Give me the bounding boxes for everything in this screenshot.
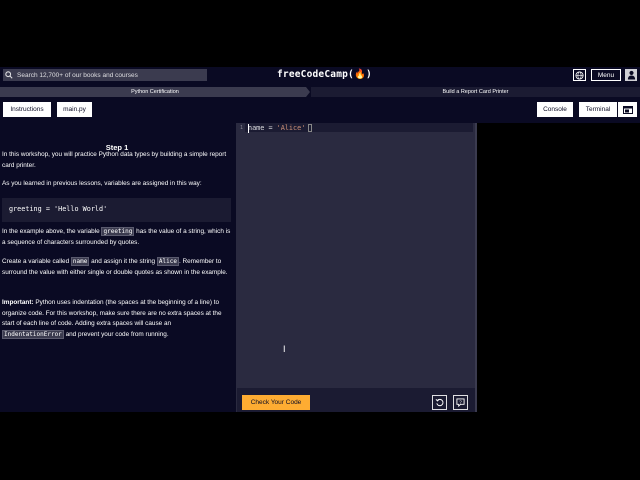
variables-paragraph: As you learned in previous lessons, vari…	[2, 180, 202, 187]
text-segment: Python uses indentation (the spaces at t…	[2, 299, 222, 327]
text-segment: In the example above, the variable	[2, 228, 102, 235]
code-token-string: 'Alice'	[276, 124, 306, 132]
window-icon	[622, 105, 633, 114]
code-line-1[interactable]: name = 'Alice'	[248, 124, 305, 132]
inline-code-alice: Alice	[156, 257, 179, 266]
search-icon	[3, 69, 15, 81]
text-segment: and prevent your code from running.	[63, 330, 169, 338]
task-paragraph: Create a variable called name and assign…	[2, 257, 232, 278]
mouse-ibeam-icon: I	[283, 344, 286, 354]
search-bar[interactable]: Search 12,700+ of our books and courses	[3, 69, 207, 81]
help-button[interactable]: ?	[453, 395, 468, 410]
preview-toggle-button[interactable]	[617, 101, 638, 118]
line-number: 1	[240, 125, 244, 131]
code-example: greeting = 'Hello World'	[9, 205, 108, 213]
tab-instructions[interactable]: Instructions	[2, 101, 52, 118]
globe-icon	[575, 70, 584, 80]
tab-main-py[interactable]: main.py	[56, 101, 93, 118]
text-segment: Create a variable called	[2, 258, 71, 265]
example-explanation-paragraph: In the example above, the variable greet…	[2, 227, 232, 248]
code-token-variable: name =	[248, 124, 277, 132]
language-globe-button[interactable]	[573, 69, 586, 81]
preview-panel	[477, 123, 640, 412]
important-note-paragraph: Important: Python uses indentation (the …	[2, 298, 232, 340]
code-example-block: greeting = 'Hello World'	[2, 198, 231, 222]
menu-button[interactable]: Menu	[591, 69, 621, 81]
inline-code-greeting: greeting	[101, 227, 135, 236]
search-placeholder[interactable]: Search 12,700+ of our books and courses	[17, 72, 138, 79]
text-segment: and assign it the string	[89, 258, 157, 265]
user-icon	[627, 70, 635, 80]
reset-button[interactable]	[432, 395, 447, 410]
code-editor[interactable]	[237, 123, 475, 388]
reset-icon	[435, 398, 444, 407]
terminal-button[interactable]: Terminal	[578, 101, 617, 118]
breadcrumb-project[interactable]: Build a Report Card Printer	[311, 87, 640, 97]
chat-help-icon: ?	[456, 398, 465, 407]
svg-text:?: ?	[459, 399, 462, 404]
inline-code-indentationerror: IndentationError	[2, 329, 64, 339]
console-button[interactable]: Console	[536, 101, 574, 118]
freecodecamp-logo[interactable]: freeCodeCamp(🔥)	[277, 69, 372, 80]
check-code-button[interactable]: Check Your Code	[242, 395, 310, 410]
intro-paragraph: In this workshop, you will practice Pyth…	[2, 151, 227, 169]
important-label: Important:	[2, 299, 34, 306]
inline-code-name: name	[70, 257, 90, 266]
navbar: Search 12,700+ of our books and courses …	[0, 67, 640, 84]
text-cursor	[248, 124, 249, 133]
breadcrumb-certification[interactable]: Python Certification	[0, 87, 310, 97]
toolbar: Instructions main.py Console Terminal	[0, 100, 640, 122]
breadcrumb: Python Certification Build a Report Card…	[0, 87, 640, 97]
avatar[interactable]	[625, 69, 637, 81]
bracket-match-indicator	[308, 124, 312, 132]
app-window: Search 12,700+ of our books and courses …	[0, 67, 640, 412]
